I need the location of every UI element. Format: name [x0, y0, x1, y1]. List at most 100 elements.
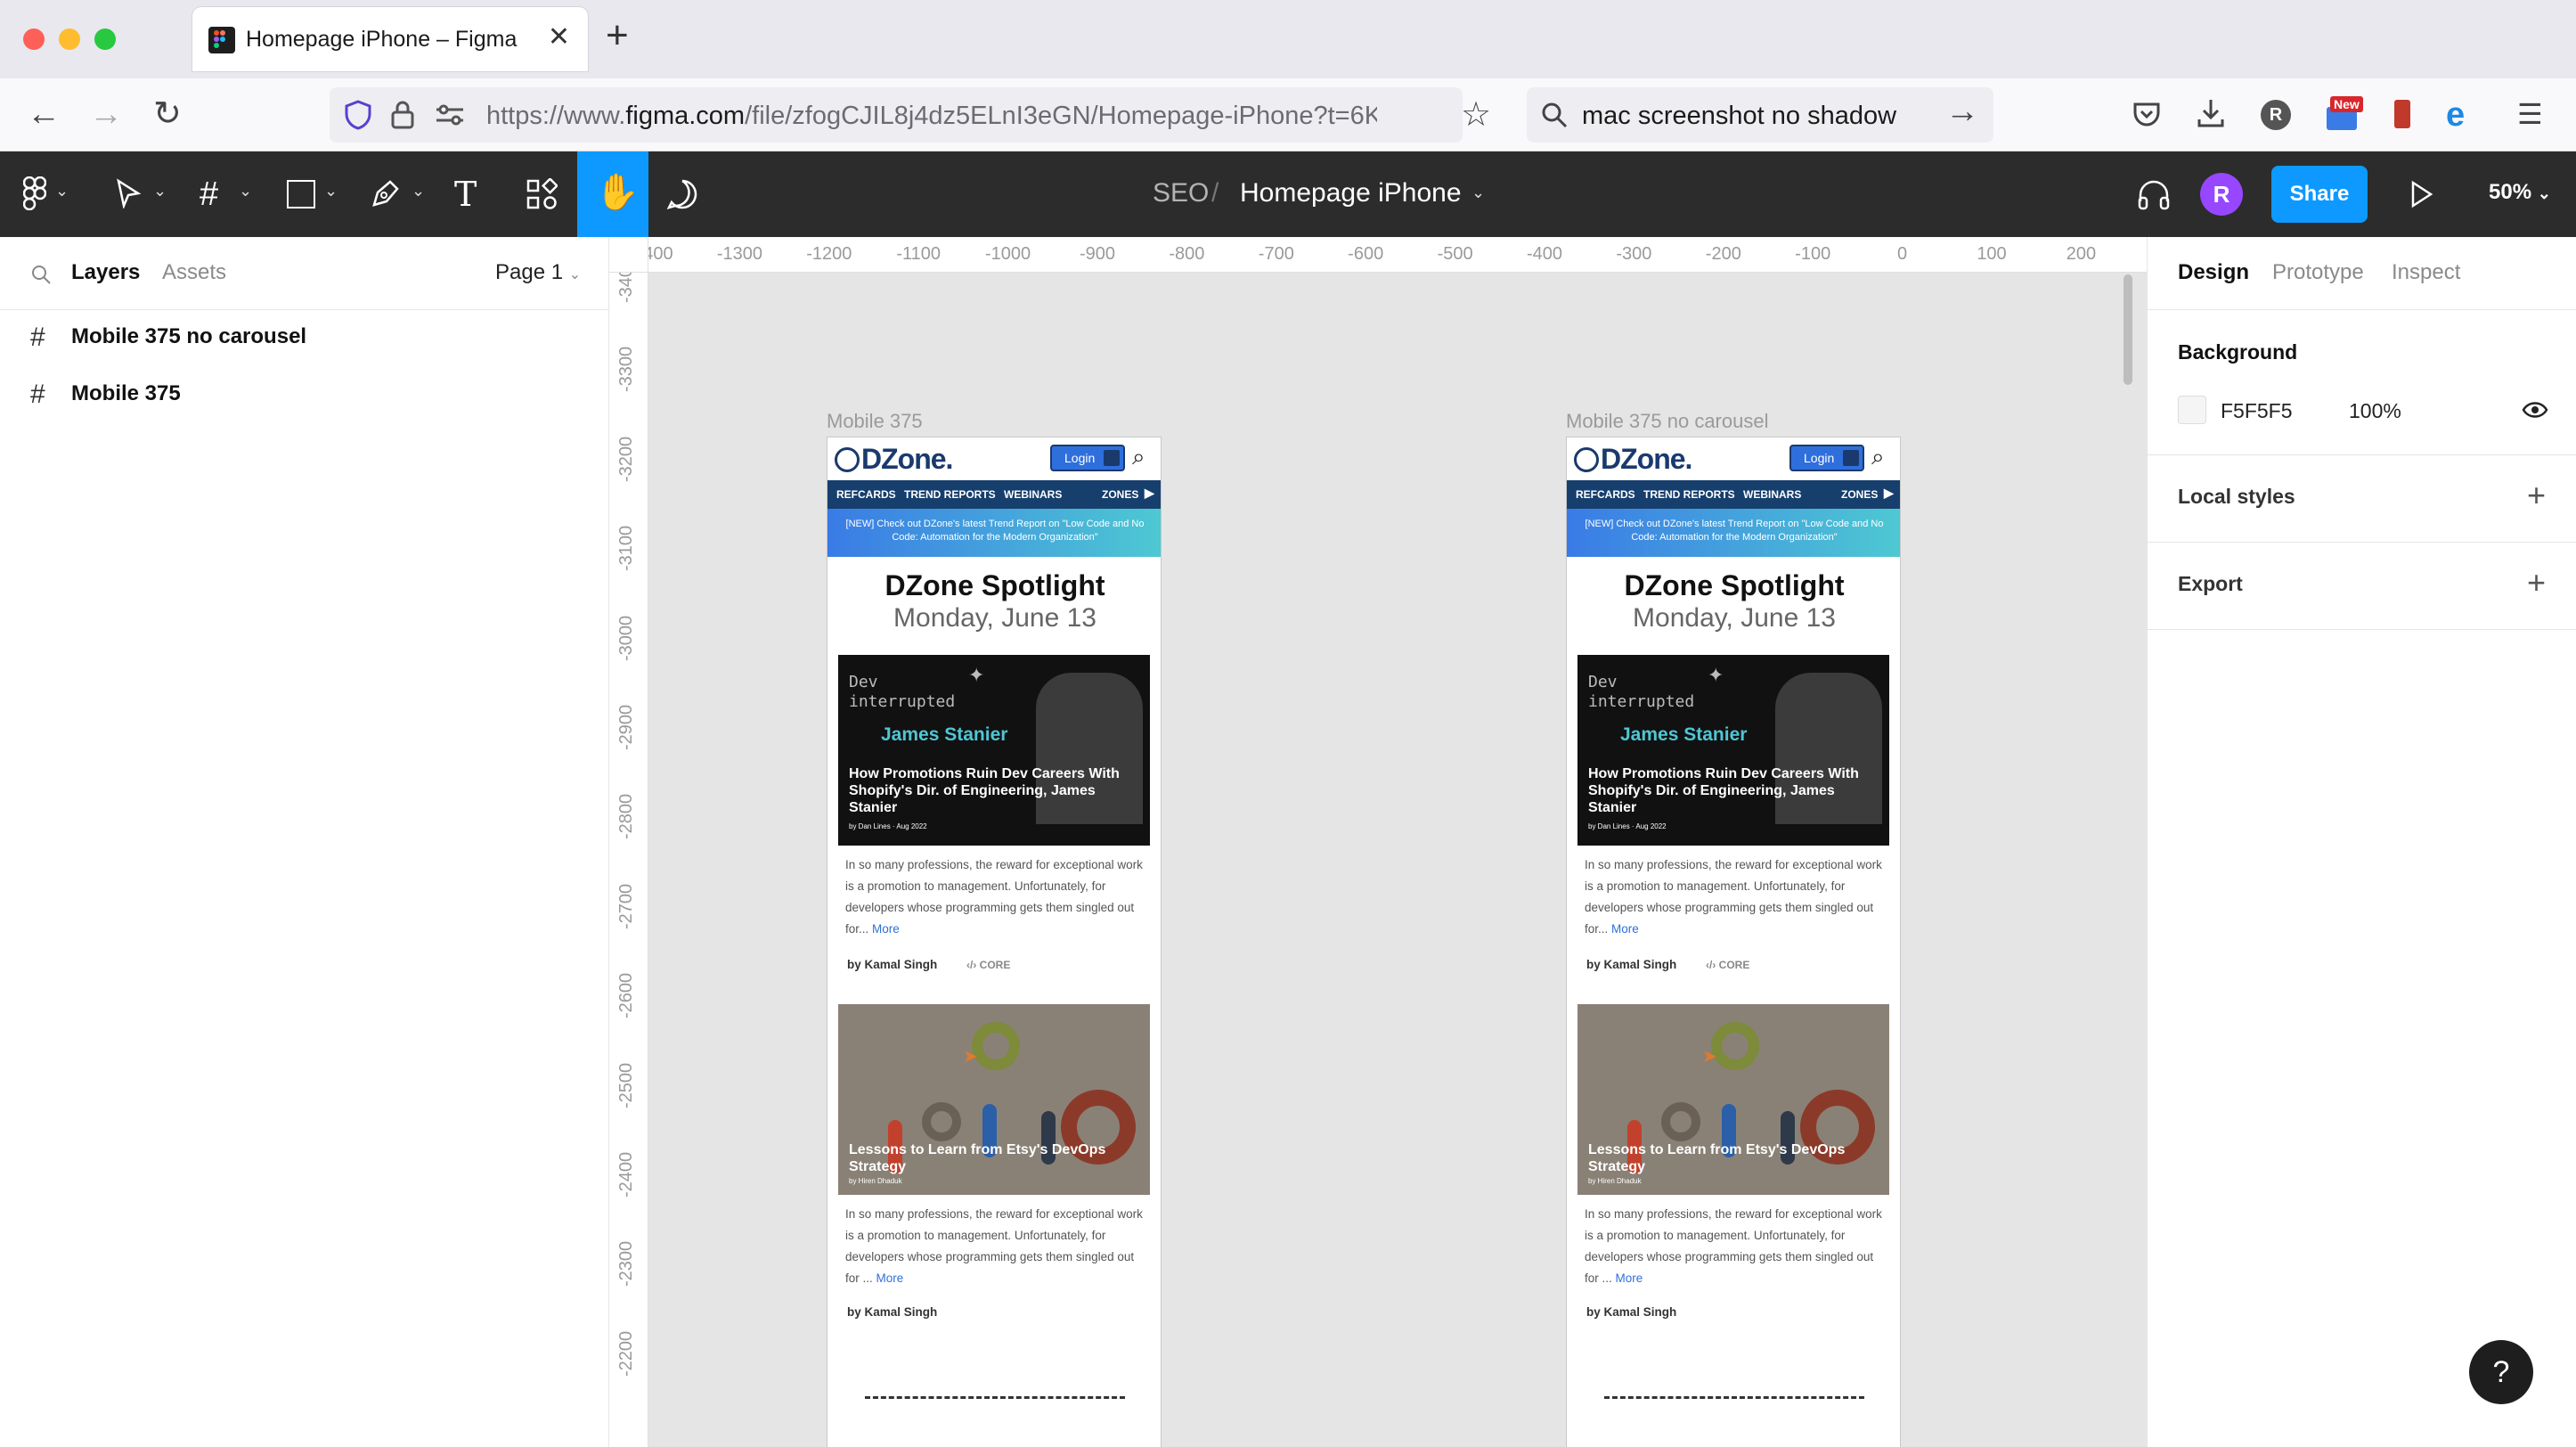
background-hex[interactable]: F5F5F5	[2221, 399, 2293, 423]
chevron-down-icon[interactable]: ⌄	[412, 182, 425, 200]
chevron-down-icon[interactable]: ⌄	[55, 182, 69, 200]
login-button[interactable]: Login	[1050, 445, 1125, 471]
chevron-right-icon[interactable]: ▶	[1884, 486, 1894, 501]
layer-item[interactable]: # Mobile 375 no carousel	[0, 310, 609, 364]
downloads-icon[interactable]	[2197, 98, 2225, 128]
shape-tool-icon[interactable]	[287, 180, 315, 208]
pocket-icon[interactable]	[2132, 100, 2161, 128]
lock-icon[interactable]	[390, 100, 415, 130]
move-tool-icon[interactable]	[116, 178, 141, 208]
article-card-image[interactable]: ➤ Lessons to Learn from Etsy's DevOps St…	[838, 1004, 1150, 1195]
article-card-image[interactable]: Dev interrupted ✦ James Stanier How Prom…	[1577, 655, 1889, 846]
close-window-button[interactable]	[23, 29, 45, 50]
resources-icon[interactable]	[526, 178, 558, 210]
add-export-icon[interactable]: +	[2527, 567, 2546, 599]
search-icon[interactable]: ⌕	[1871, 443, 1885, 471]
figma-menu-icon[interactable]	[23, 176, 46, 210]
nav-webinars[interactable]: WEBINARS	[1004, 488, 1062, 501]
forward-icon[interactable]: →	[89, 93, 123, 135]
tab-layers[interactable]: Layers	[71, 260, 140, 285]
background-opacity[interactable]: 100%	[2349, 399, 2401, 423]
tab-assets[interactable]: Assets	[162, 260, 226, 285]
chevron-down-icon: ⌄	[568, 267, 582, 282]
design-canvas[interactable]: -1400 -1300 -1200 -1100 -1000 -900 -800 -700 -60…	[609, 237, 2147, 1447]
extension-edge-icon[interactable]: e	[2446, 96, 2465, 135]
article-author[interactable]: by Kamal Singh	[847, 1305, 937, 1319]
article-card-image[interactable]: Dev interrupted ✦ James Stanier How Prom…	[838, 655, 1150, 846]
more-link[interactable]: More	[1616, 1271, 1643, 1285]
more-link[interactable]: More	[872, 922, 900, 936]
announcement-banner[interactable]: [NEW] Check out DZone's latest Trend Rep…	[827, 509, 1161, 557]
article-author[interactable]: by Kamal Singh	[1586, 958, 1676, 971]
project-name[interactable]: SEO	[1153, 178, 1209, 208]
chevron-down-icon[interactable]: ⌄	[239, 182, 252, 200]
nav-trend-reports[interactable]: TREND REPORTS	[1643, 488, 1735, 501]
tab-inspect[interactable]: Inspect	[2392, 260, 2460, 285]
layer-item[interactable]: # Mobile 375	[0, 367, 609, 421]
tab-prototype[interactable]: Prototype	[2272, 260, 2364, 285]
search-icon[interactable]	[30, 264, 52, 285]
visibility-eye-icon[interactable]	[2522, 399, 2548, 421]
permissions-icon[interactable]	[435, 103, 465, 127]
extension-red-icon[interactable]	[2394, 100, 2410, 128]
chevron-down-icon[interactable]: ⌄	[324, 182, 338, 200]
zoom-level[interactable]: 50% ⌄	[2489, 180, 2551, 205]
announcement-banner[interactable]: [NEW] Check out DZone's latest Trend Rep…	[1567, 509, 1900, 557]
minimize-window-button[interactable]	[59, 29, 80, 50]
file-name[interactable]: Homepage iPhone	[1240, 178, 1462, 208]
article-card-image[interactable]: ➤ Lessons to Learn from Etsy's DevOps St…	[1577, 1004, 1889, 1195]
chevron-down-icon[interactable]: ⌄	[1471, 184, 1485, 202]
canvas-scrollbar[interactable]	[2124, 274, 2132, 385]
search-icon[interactable]: ⌕	[1132, 443, 1145, 471]
page-selector[interactable]: Page 1 ⌄	[495, 260, 581, 285]
nav-zones[interactable]: ZONES	[1841, 488, 1878, 501]
article-author[interactable]: by Kamal Singh	[847, 958, 937, 971]
audio-headphones-icon[interactable]	[2136, 178, 2172, 210]
profile-avatar[interactable]: R	[2261, 100, 2291, 130]
search-bar[interactable]: mac screenshot no shadow →	[1527, 87, 1993, 143]
new-tab-icon[interactable]: +	[606, 16, 629, 55]
comment-tool-icon[interactable]	[666, 178, 698, 210]
present-play-icon[interactable]	[2409, 180, 2433, 208]
browser-tab-active[interactable]: Homepage iPhone – Figma ✕	[192, 7, 588, 71]
hand-tool-button[interactable]: ✋	[577, 151, 648, 237]
menu-icon[interactable]: ☰	[2517, 93, 2543, 135]
article-author[interactable]: by Kamal Singh	[1586, 1305, 1676, 1319]
search-go-icon[interactable]: →	[1945, 93, 1979, 131]
help-button[interactable]: ?	[2469, 1340, 2533, 1404]
frame-label[interactable]: Mobile 375 no carousel	[1566, 410, 1768, 433]
chevron-right-icon[interactable]: ▶	[1145, 486, 1154, 501]
dzone-logo[interactable]: DZone.	[1574, 443, 1692, 476]
login-button[interactable]: Login	[1789, 445, 1864, 471]
back-icon[interactable]: ←	[27, 93, 61, 135]
frame-label[interactable]: Mobile 375	[827, 410, 923, 433]
dzone-logo[interactable]: DZone.	[835, 443, 953, 476]
background-color-swatch[interactable]	[2178, 396, 2206, 424]
frame-mobile-375-no-carousel[interactable]: DZone. Login ⌕ REFCARDS TREND REPORTS WE…	[1566, 437, 1901, 1447]
frame-tool-icon[interactable]: #	[200, 173, 218, 216]
share-button[interactable]: Share	[2271, 166, 2368, 223]
url-text[interactable]: https://www.figma.com/file/zfogCJIL8j4dz…	[486, 102, 1377, 131]
chevron-down-icon[interactable]: ⌄	[153, 182, 167, 200]
tab-close-icon[interactable]: ✕	[548, 21, 570, 53]
user-avatar[interactable]: R	[2200, 173, 2243, 216]
tracking-shield-icon[interactable]	[344, 100, 372, 130]
nav-refcards[interactable]: REFCARDS	[1576, 488, 1635, 501]
frame-mobile-375[interactable]: DZone. Login ⌕ REFCARDS TREND REPORTS WE…	[827, 437, 1162, 1447]
zoom-window-button[interactable]	[94, 29, 116, 50]
more-link[interactable]: More	[876, 1271, 904, 1285]
more-link[interactable]: More	[1611, 922, 1639, 936]
text-tool-icon[interactable]: T	[454, 173, 477, 216]
extension-new-icon[interactable]: New	[2323, 96, 2363, 132]
add-local-style-icon[interactable]: +	[2527, 479, 2546, 511]
tab-design[interactable]: Design	[2178, 260, 2249, 285]
nav-refcards[interactable]: REFCARDS	[836, 488, 896, 501]
bookmark-star-icon[interactable]: ☆	[1461, 94, 1491, 135]
reload-icon[interactable]: ↻	[153, 93, 182, 135]
nav-webinars[interactable]: WEBINARS	[1743, 488, 1801, 501]
nav-trend-reports[interactable]: TREND REPORTS	[904, 488, 996, 501]
pen-tool-icon[interactable]	[371, 178, 401, 208]
url-bar[interactable]: https://www.figma.com/file/zfogCJIL8j4dz…	[330, 87, 1491, 143]
nav-zones[interactable]: ZONES	[1102, 488, 1138, 501]
search-input[interactable]: mac screenshot no shadow	[1582, 102, 1896, 131]
